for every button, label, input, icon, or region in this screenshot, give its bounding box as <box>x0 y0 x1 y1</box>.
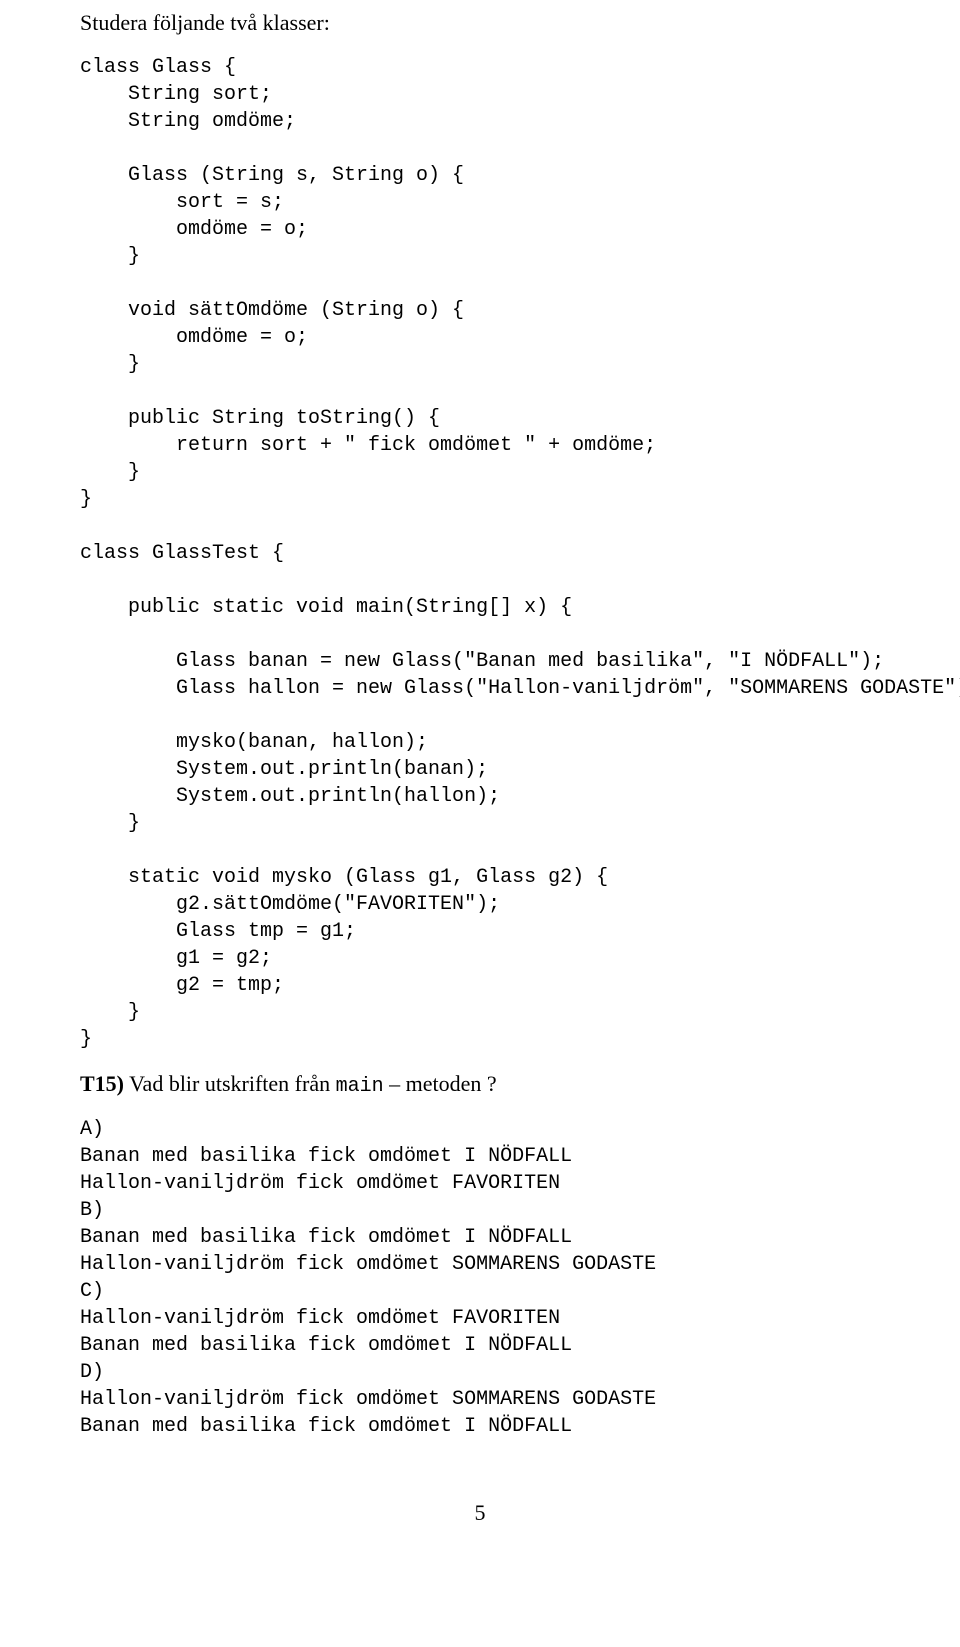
intro-text: Studera följande två klasser: <box>80 10 880 36</box>
question-text-after: – metoden ? <box>384 1071 497 1096</box>
page-container: Studera följande två klasser: class Glas… <box>0 0 960 1566</box>
question-mono: main <box>336 1075 384 1098</box>
answers-block: A) Banan med basilika fick omdömet I NÖD… <box>80 1116 880 1440</box>
question-line: T15) Vad blir utskriften från main – met… <box>80 1071 880 1098</box>
question-label: T15) <box>80 1071 124 1096</box>
code-block: class Glass { String sort; String omdöme… <box>80 54 880 1053</box>
page-number: 5 <box>80 1500 880 1526</box>
question-text-before: Vad blir utskriften från <box>124 1071 336 1096</box>
